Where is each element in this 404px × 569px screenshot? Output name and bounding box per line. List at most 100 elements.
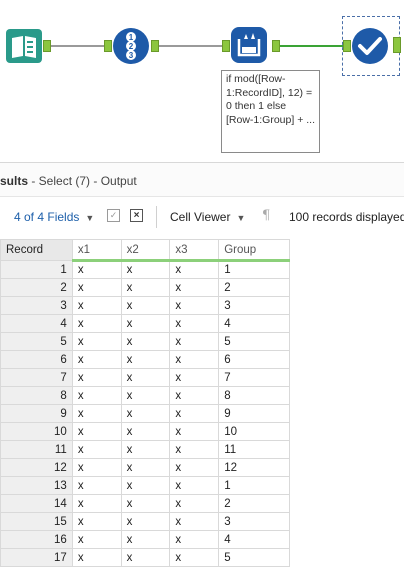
x2-cell[interactable]: x <box>120 296 171 315</box>
table-row[interactable]: 7xxx7 <box>0 368 290 387</box>
x2-cell[interactable]: x <box>120 512 171 531</box>
select-tool[interactable] <box>352 28 388 64</box>
x1-cell[interactable]: x <box>71 314 122 333</box>
record-cell[interactable]: 2 <box>0 278 73 297</box>
table-row[interactable]: 6xxx6 <box>0 350 290 369</box>
x1-cell[interactable]: x <box>71 278 122 297</box>
group-cell[interactable]: 10 <box>218 422 290 441</box>
x1-cell[interactable]: x <box>71 494 122 513</box>
x2-cell[interactable]: x <box>120 530 171 549</box>
group-cell[interactable]: 6 <box>218 350 290 369</box>
record-cell[interactable]: 11 <box>0 440 73 459</box>
x2-cell[interactable]: x <box>120 368 171 387</box>
column-header-x2[interactable]: x2 <box>120 239 171 262</box>
output-anchor[interactable] <box>272 40 280 52</box>
table-row[interactable]: 5xxx5 <box>0 332 290 351</box>
x1-cell[interactable]: x <box>71 548 122 567</box>
record-cell[interactable]: 4 <box>0 314 73 333</box>
table-row[interactable]: 15 x x x 3 <box>0 512 290 531</box>
workflow-canvas[interactable]: 1 2 3 if mod([Row-1:RecordID], 12) = 0 t… <box>0 0 404 162</box>
cell-viewer-dropdown[interactable]: Cell Viewer ▼ <box>170 210 245 224</box>
fields-dropdown[interactable]: 4 of 4 Fields ▼ <box>14 210 94 224</box>
record-cell[interactable]: 1 <box>0 260 73 279</box>
x3-cell[interactable]: x <box>169 404 220 423</box>
x2-cell[interactable]: x <box>120 440 171 459</box>
x3-cell[interactable]: x <box>169 350 220 369</box>
output-anchor[interactable] <box>393 37 401 53</box>
deselect-icon[interactable]: × <box>130 209 143 222</box>
x3-cell[interactable]: x <box>169 476 220 495</box>
x3-cell[interactable]: x <box>169 386 220 405</box>
x2-cell[interactable]: x <box>120 260 171 279</box>
x3-cell[interactable]: x <box>169 422 220 441</box>
results-grid[interactable]: Record x1 x2 x3 Group 1xxx12xxx23xxx34xx… <box>0 239 290 569</box>
connection-line[interactable] <box>51 45 107 47</box>
x1-cell[interactable]: x <box>71 440 122 459</box>
x1-cell[interactable]: x <box>71 350 122 369</box>
connection-line[interactable] <box>159 45 225 47</box>
x2-cell[interactable]: x <box>120 494 171 513</box>
table-row[interactable]: 8xxx8 <box>0 386 290 405</box>
x3-cell[interactable]: x <box>169 458 220 477</box>
column-header-group[interactable]: Group <box>218 239 290 262</box>
table-row[interactable]: 16 x x x 4 <box>0 530 290 549</box>
record-id-tool[interactable]: 1 2 3 <box>113 28 149 64</box>
x1-cell[interactable]: x <box>71 260 122 279</box>
input-anchor[interactable] <box>222 40 230 52</box>
x1-cell[interactable]: x <box>71 512 122 531</box>
group-cell[interactable]: 1 <box>218 260 290 279</box>
x2-cell[interactable]: x <box>120 350 171 369</box>
record-cell[interactable]: 14 <box>0 494 73 513</box>
table-row[interactable]: 3xxx3 <box>0 296 290 315</box>
table-row[interactable]: 11 x x x 11 <box>0 440 290 459</box>
x1-cell[interactable]: x <box>71 476 122 495</box>
x3-cell[interactable]: x <box>169 296 220 315</box>
column-header-x3[interactable]: x3 <box>169 239 220 262</box>
x1-cell[interactable]: x <box>71 332 122 351</box>
record-cell[interactable]: 6 <box>0 350 73 369</box>
group-cell[interactable]: 4 <box>218 314 290 333</box>
input-anchor[interactable] <box>104 40 112 52</box>
x3-cell[interactable]: x <box>169 530 220 549</box>
x2-cell[interactable]: x <box>120 422 171 441</box>
x2-cell[interactable]: x <box>120 332 171 351</box>
x3-cell[interactable]: x <box>169 512 220 531</box>
group-cell[interactable]: 2 <box>218 494 290 513</box>
select-all-checkbox-icon[interactable]: ✓ <box>107 209 120 222</box>
group-cell[interactable]: 7 <box>218 368 290 387</box>
table-row[interactable]: 10 x x x 10 <box>0 422 290 441</box>
x3-cell[interactable]: x <box>169 314 220 333</box>
pilcrow-icon[interactable]: ¶ <box>262 209 275 222</box>
table-row[interactable]: 4xxx4 <box>0 314 290 333</box>
group-cell[interactable]: 3 <box>218 296 290 315</box>
record-cell[interactable]: 13 <box>0 476 73 495</box>
group-cell[interactable]: 11 <box>218 440 290 459</box>
record-cell[interactable]: 8 <box>0 386 73 405</box>
record-cell[interactable]: 5 <box>0 332 73 351</box>
x1-cell[interactable]: x <box>71 296 122 315</box>
group-cell[interactable]: 12 <box>218 458 290 477</box>
x2-cell[interactable]: x <box>120 404 171 423</box>
x3-cell[interactable]: x <box>169 260 220 279</box>
table-row[interactable]: 13 x x x 1 <box>0 476 290 495</box>
group-cell[interactable]: 4 <box>218 530 290 549</box>
group-cell[interactable]: 5 <box>218 548 290 567</box>
record-cell[interactable]: 16 <box>0 530 73 549</box>
x2-cell[interactable]: x <box>120 458 171 477</box>
input-data-tool[interactable] <box>6 29 42 63</box>
group-cell[interactable]: 1 <box>218 476 290 495</box>
record-cell[interactable]: 17 <box>0 548 73 567</box>
group-cell[interactable]: 9 <box>218 404 290 423</box>
table-row[interactable]: 1xxx1 <box>0 260 290 279</box>
x1-cell[interactable]: x <box>71 404 122 423</box>
record-cell[interactable]: 15 <box>0 512 73 531</box>
table-row[interactable]: 12 x x x 12 <box>0 458 290 477</box>
x3-cell[interactable]: x <box>169 548 220 567</box>
x2-cell[interactable]: x <box>120 476 171 495</box>
x3-cell[interactable]: x <box>169 332 220 351</box>
table-row[interactable]: 14 x x x 2 <box>0 494 290 513</box>
group-cell[interactable]: 2 <box>218 278 290 297</box>
table-row[interactable]: 2xxx2 <box>0 278 290 297</box>
record-cell[interactable]: 9 <box>0 404 73 423</box>
x3-cell[interactable]: x <box>169 494 220 513</box>
